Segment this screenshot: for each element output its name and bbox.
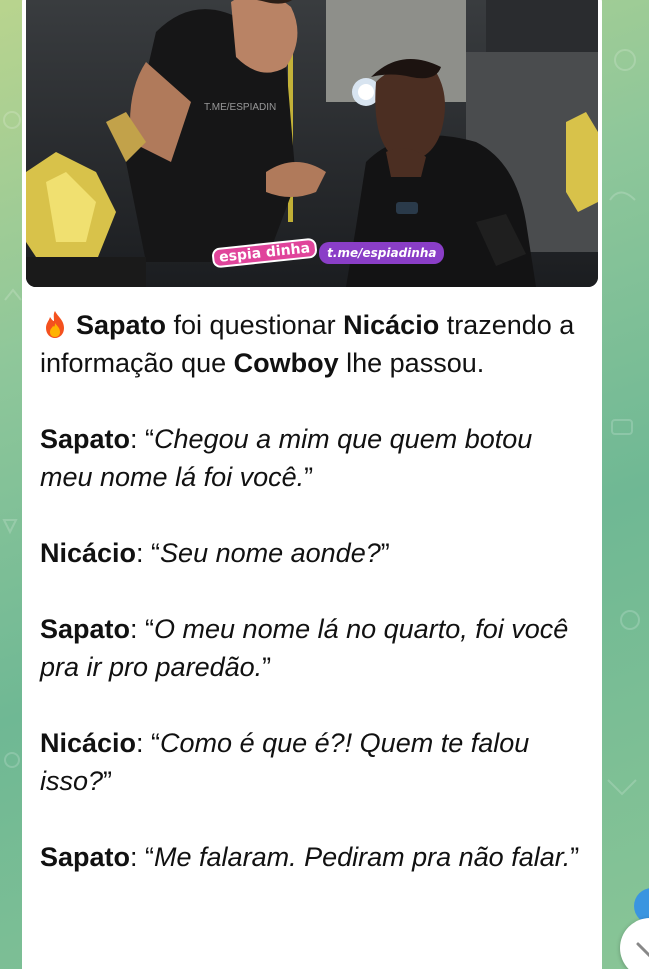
message-paragraph: Nicácio: “Seu nome aonde?” <box>40 534 590 572</box>
message-text-run: Me falaram. Pediram pra não falar. <box>154 842 571 872</box>
person-name: Sapato <box>40 842 131 872</box>
person-name: Sapato <box>40 614 131 644</box>
watermark-link: t.me/espiadinha <box>319 242 445 264</box>
person-name: Sapato <box>40 424 131 454</box>
photo-watermark: espia dinha t.me/espiadinha <box>211 237 445 269</box>
person-name: Nicácio <box>40 538 137 568</box>
message-text-run: ” <box>304 462 314 492</box>
scroll-down-button[interactable] <box>620 918 649 969</box>
message-text-run: foi questionar <box>166 310 344 340</box>
person-name: Nicácio <box>343 310 440 340</box>
message-text-run: ” <box>570 842 580 872</box>
person-name: Nicácio <box>40 728 137 758</box>
message-paragraph: Sapato: “Me falaram. Pediram pra não fal… <box>40 838 590 876</box>
message-text-run: : “ <box>136 728 161 758</box>
message-paragraph: Sapato foi questionar Nicácio trazendo a… <box>40 306 590 382</box>
message-text-run: ” <box>103 766 113 796</box>
message-text: Sapato foi questionar Nicácio trazendo a… <box>40 306 590 914</box>
message-text-run: ” <box>380 538 390 568</box>
message-paragraph: Sapato: “O meu nome lá no quarto, foi vo… <box>40 610 590 686</box>
message-text-run: : “ <box>130 424 155 454</box>
message-text-run: : “ <box>136 538 161 568</box>
message-photo[interactable]: T.ME/ESPIADIN espia dinha t.me/espiadinh… <box>26 0 598 287</box>
person-name: Sapato <box>76 310 167 340</box>
message-text-run: Seu nome aonde? <box>160 538 381 568</box>
watermark-logo: espia dinha <box>211 237 318 269</box>
person-name: Cowboy <box>233 348 339 378</box>
message-bubble: T.ME/ESPIADIN espia dinha t.me/espiadinh… <box>22 0 602 969</box>
fire-icon <box>46 311 64 338</box>
chevron-down-icon <box>636 942 649 958</box>
message-paragraph: Nicácio: “Como é que é?! Quem te falou i… <box>40 724 590 800</box>
message-text-run: lhe passou. <box>338 348 485 378</box>
message-text-run: ” <box>262 652 272 682</box>
message-text-run: : “ <box>130 614 155 644</box>
message-paragraph: Sapato: “Chegou a mim que quem botou meu… <box>40 420 590 496</box>
message-text-run: : “ <box>130 842 155 872</box>
channel-watermark: T.ME/ESPIADIN <box>204 102 277 113</box>
